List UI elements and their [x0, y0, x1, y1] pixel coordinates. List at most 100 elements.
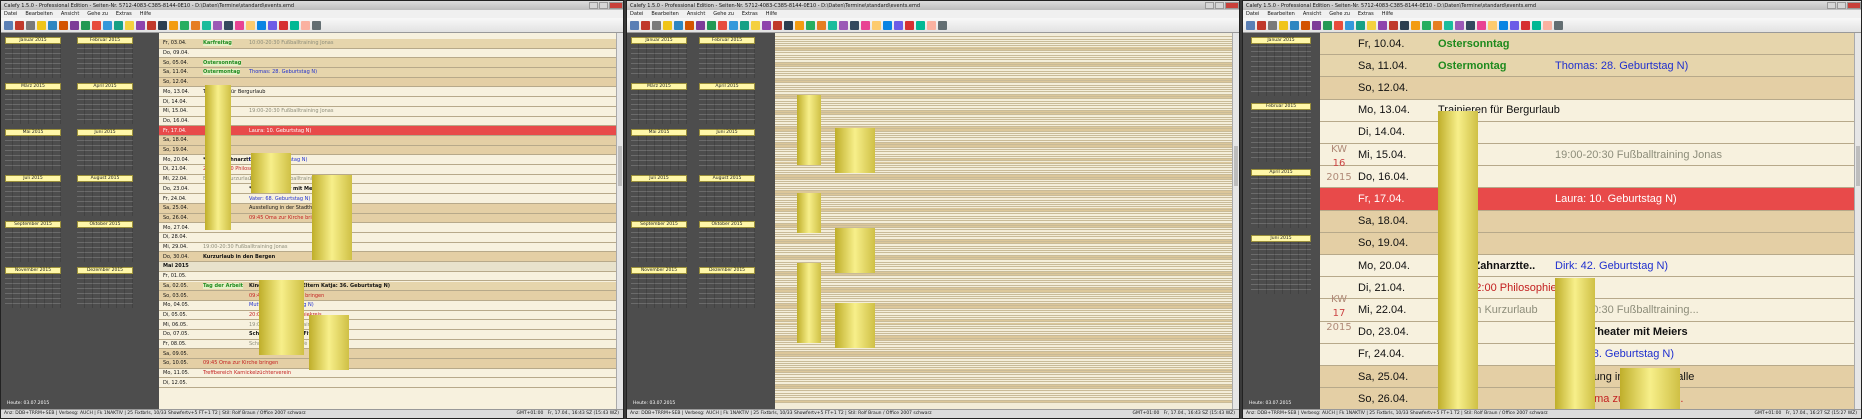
event-label[interactable]: Ostermontag — [203, 69, 241, 76]
toolbar-button-icon[interactable] — [257, 20, 266, 30]
mini-calendar-day-grid[interactable] — [699, 182, 755, 216]
multi-day-event-bar[interactable] — [309, 315, 349, 370]
day-row[interactable]: Sa, 09.05. — [159, 349, 623, 360]
menu-bearbeiten[interactable]: Bearbeiten — [1267, 11, 1294, 17]
multi-day-event-bar[interactable] — [835, 128, 875, 173]
menu-gehe-zu[interactable]: Gehe zu — [1329, 11, 1350, 17]
mini-calendar-month[interactable]: April 2015 — [699, 83, 755, 124]
vertical-scrollbar[interactable] — [616, 33, 623, 410]
mini-calendar-month[interactable]: Mai 2015 — [631, 129, 687, 170]
scrollbar-thumb[interactable] — [618, 146, 622, 187]
zoomed-day-list-view[interactable]: Fr, 10.04. Ostersonntag Sa, 11.04. Ostermon… — [1320, 33, 1861, 410]
mini-calendar-day-grid[interactable] — [699, 90, 755, 124]
day-row[interactable]: Di, 28.04. — [159, 233, 623, 243]
event-label[interactable]: Tag der Arbeit — [203, 282, 244, 289]
mini-calendar-month[interactable]: März 2015 — [5, 83, 61, 124]
toolbar-button-icon[interactable] — [224, 20, 233, 30]
day-row[interactable]: Fr, 01.05. — [159, 272, 623, 282]
compressed-day-row[interactable] — [775, 400, 1239, 403]
toolbar-button-icon[interactable] — [1378, 20, 1387, 30]
vertical-scrollbar[interactable] — [1854, 33, 1861, 410]
event-label[interactable]: Vater: 68. Geburtstag N) — [249, 196, 310, 202]
toolbar-button-icon[interactable] — [729, 20, 738, 30]
toolbar-button-icon[interactable] — [125, 20, 134, 30]
day-row[interactable]: Mo, 11.05. Treffbereich Karnickelzüchterv… — [159, 369, 623, 379]
day-row[interactable]: Di, 05.05.20:00-22:00 Philosophiekreis — [159, 311, 623, 321]
toolbar-button-icon[interactable] — [938, 20, 947, 30]
menu-ansicht[interactable]: Ansicht — [61, 11, 79, 17]
toolbar-button-icon[interactable] — [1246, 20, 1255, 30]
toolbar-button-icon[interactable] — [762, 20, 771, 30]
toolbar-button-icon[interactable] — [1444, 20, 1453, 30]
toolbar-button-icon[interactable] — [1345, 20, 1354, 30]
toolbar-button-icon[interactable] — [246, 20, 255, 30]
mini-calendar-month[interactable]: Oktober 2015 — [699, 221, 755, 262]
toolbar-button-icon[interactable] — [1301, 20, 1310, 30]
mini-calendar-day-grid[interactable] — [699, 136, 755, 170]
mini-calendar-month[interactable]: November 2015 — [631, 267, 687, 308]
day-row[interactable]: Di, 14.04. — [1320, 122, 1861, 144]
toolbar-button-icon[interactable] — [1356, 20, 1365, 30]
mini-calendar-day-grid[interactable] — [77, 182, 133, 216]
mini-calendar-day-grid[interactable] — [5, 136, 61, 170]
day-row[interactable]: So, 10.05. 09:45 Oma zur Kirche bringen — [159, 359, 623, 369]
multi-day-event-bar[interactable] — [259, 280, 304, 355]
event-label[interactable]: Kurzurlaub in den Bergen — [203, 254, 275, 260]
toolbar-button-icon[interactable] — [1367, 20, 1376, 30]
close-button[interactable] — [1225, 2, 1239, 9]
day-list-view[interactable]: Fr, 03.04. Karfreitag 10:00-20:30 Fußballt… — [159, 33, 623, 410]
toolbar-button-icon[interactable] — [773, 20, 782, 30]
compressed-day-list-view[interactable] — [775, 33, 1239, 410]
event-label[interactable]: Ostermontag — [1438, 60, 1506, 72]
menu-ansicht[interactable]: Ansicht — [687, 11, 705, 17]
event-label[interactable]: Ausstellung in der Stadthalle — [249, 205, 321, 211]
toolbar-button-icon[interactable] — [1554, 20, 1563, 30]
multi-day-event-bar[interactable] — [797, 193, 821, 233]
day-row[interactable]: Mi, 29.04. 19:00-20:30 Fußballtraining Jo… — [159, 243, 623, 253]
toolbar-button-icon[interactable] — [136, 20, 145, 30]
multi-day-event-bar[interactable] — [251, 153, 291, 193]
day-row[interactable]: Mo, 13.04. Trainieren für Bergurlaub — [1320, 100, 1861, 122]
mini-calendar-day-grid[interactable] — [631, 136, 687, 170]
multi-day-event-bar[interactable] — [797, 95, 821, 165]
toolbar-button-icon[interactable] — [806, 20, 815, 30]
mini-calendar-month[interactable]: Januar 2015 — [5, 37, 61, 78]
day-row[interactable]: So, 12.04. — [1320, 77, 1861, 100]
multi-day-event-bar[interactable] — [1555, 278, 1595, 410]
toolbar-button-icon[interactable] — [1510, 20, 1519, 30]
day-row[interactable]: Do, 07.05.Schnuppertraining Fitness-Stud… — [159, 330, 623, 340]
toolbar-button-icon[interactable] — [685, 20, 694, 30]
toolbar-button-icon[interactable] — [1543, 20, 1552, 30]
mini-calendar-month[interactable]: April 2015 — [1251, 169, 1311, 228]
toolbar-button-icon[interactable] — [48, 20, 57, 30]
mini-calendar-month[interactable]: April 2015 — [77, 83, 133, 124]
minimize-button[interactable] — [1205, 2, 1214, 9]
scrollbar-thumb[interactable] — [1234, 146, 1238, 187]
menu-datei[interactable]: Datei — [1246, 11, 1259, 17]
multi-day-event-bar[interactable] — [1438, 111, 1478, 410]
menu-gehe-zu[interactable]: Gehe zu — [713, 11, 734, 17]
scrollbar-thumb[interactable] — [1856, 146, 1860, 187]
day-row[interactable]: So, 05.04. Ostersonntag — [159, 58, 623, 69]
event-label[interactable]: Laura: 10. Geburtstag N) — [249, 128, 311, 134]
toolbar-button-icon[interactable] — [740, 20, 749, 30]
day-row[interactable]: Do, 30.04. Kurzurlaub in den Bergen — [159, 252, 623, 263]
mini-calendar-day-grid[interactable] — [77, 90, 133, 124]
vertical-scrollbar[interactable] — [1232, 33, 1239, 410]
toolbar-button-icon[interactable] — [279, 20, 288, 30]
toolbar-button-icon[interactable] — [147, 20, 156, 30]
mini-calendar-day-grid[interactable] — [631, 90, 687, 124]
day-row[interactable]: Fr, 03.04. Karfreitag 10:00-20:30 Fußballt… — [159, 39, 623, 49]
toolbar-button-icon[interactable] — [81, 20, 90, 30]
toolbar-button-icon[interactable] — [1312, 20, 1321, 30]
toolbar-button-icon[interactable] — [312, 20, 321, 30]
toolbar-button-icon[interactable] — [1268, 20, 1277, 30]
mini-calendar-month[interactable]: Oktober 2015 — [77, 221, 133, 262]
event-label[interactable]: Thomas: 28. Geburtstag N) — [1555, 60, 1688, 72]
toolbar-button-icon[interactable] — [1477, 20, 1486, 30]
mini-calendar-day-grid[interactable] — [77, 274, 133, 308]
toolbar-button-icon[interactable] — [1279, 20, 1288, 30]
menu-hilfe[interactable]: Hilfe — [140, 11, 151, 17]
event-label[interactable]: 10:00-20:30 Fußballtraining Jonas — [249, 40, 333, 46]
day-row[interactable]: Mai 2015 — [159, 262, 623, 272]
